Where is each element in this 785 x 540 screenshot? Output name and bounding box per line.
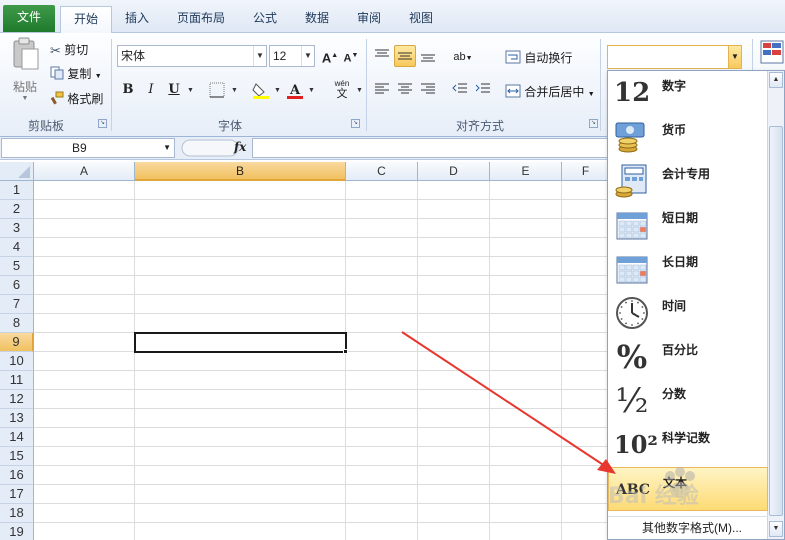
annotation-arrow-icon (401, 331, 616, 474)
